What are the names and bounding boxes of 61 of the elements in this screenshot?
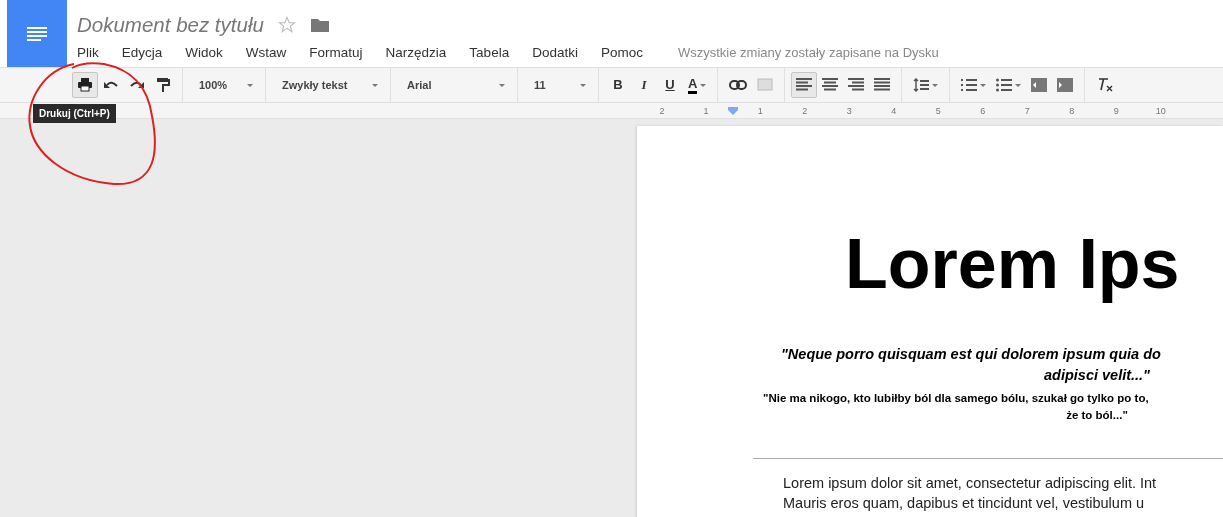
italic-button[interactable]: I	[631, 72, 657, 98]
underline-button[interactable]: U	[657, 72, 683, 98]
star-icon[interactable]	[277, 16, 296, 34]
ruler-number: 2	[658, 105, 666, 116]
ruler-number: 7	[1023, 105, 1031, 116]
ruler-number: 1	[756, 105, 764, 116]
undo-icon	[103, 79, 119, 91]
font-size-dropdown[interactable]: 11	[524, 72, 592, 98]
ruler-number: 9	[1112, 105, 1120, 116]
docs-logo-icon[interactable]	[7, 0, 67, 67]
body-text: Lorem ipsum dolor sit amet, consectetur adipiscing elit. Int	[783, 474, 1158, 493]
decrease-indent-icon	[1031, 78, 1048, 92]
text-color-button[interactable]: A	[683, 72, 712, 98]
ruler-number: 8	[1068, 105, 1076, 116]
align-icon	[848, 78, 865, 92]
align-icon	[796, 78, 813, 92]
menu-item[interactable]: Wstaw	[245, 45, 295, 60]
save-status: Wszystkie zmiany zostały zapisane na Dysku	[677, 45, 939, 60]
menu-item[interactable]: Plik	[77, 45, 107, 60]
translation-text: "Nie ma nikogo, kto lubiłby ból dla samego bólu, szukał go tylko po to,	[763, 391, 1150, 406]
indent-marker-icon[interactable]	[728, 106, 738, 115]
menu-item[interactable]: Edycja	[121, 45, 171, 60]
ruler-number: 2	[801, 105, 809, 116]
document-title[interactable]: Dokument bez tytułu	[77, 13, 264, 37]
align-icon	[874, 78, 891, 92]
menu-item[interactable]: Pomoc	[600, 45, 651, 60]
bold-button[interactable]: B	[605, 72, 631, 98]
menu-item[interactable]: Dodatki	[532, 45, 586, 60]
printer-icon	[77, 78, 93, 92]
style-dropdown[interactable]: Zwykły tekst	[272, 72, 384, 98]
print-tooltip: Drukuj (Ctrl+P)	[33, 104, 116, 123]
line-spacing-icon	[913, 78, 930, 92]
font-dropdown[interactable]: Arial	[397, 72, 511, 98]
link-icon	[729, 80, 748, 90]
quote-text: "Neque porro quisquam est qui dolorem ipsum quia do	[781, 345, 1162, 364]
ruler-number: 10	[1154, 105, 1167, 116]
print-button[interactable]	[72, 72, 98, 98]
ruler-number: 1	[702, 105, 710, 116]
comment-icon	[757, 77, 774, 93]
menu-item[interactable]: Tabela	[469, 45, 518, 60]
numbered-list-icon	[961, 78, 978, 92]
clear-formatting-icon	[1096, 77, 1115, 93]
paint-roller-icon	[156, 77, 170, 93]
ruler-number: 4	[890, 105, 898, 116]
menu-item[interactable]: Formatuj	[309, 45, 371, 60]
quote-text: adipisci velit..."	[1043, 366, 1151, 385]
menu-item[interactable]: Widok	[185, 45, 231, 60]
ruler-number: 5	[934, 105, 942, 116]
redo-icon	[129, 79, 145, 91]
body-text: Mauris eros quam, dapibus et tincidunt vel, vestibulum u	[783, 494, 1146, 513]
translation-text: że to ból..."	[1065, 408, 1129, 423]
document-heading: Lorem Ips	[845, 226, 1181, 302]
align-left-button[interactable]	[791, 72, 818, 98]
align-icon	[822, 78, 839, 92]
menu-item[interactable]: Narzędzia	[385, 45, 455, 60]
bulleted-list-icon	[996, 78, 1013, 92]
folder-icon[interactable]	[309, 17, 330, 33]
increase-indent-icon	[1057, 78, 1074, 92]
zoom-dropdown[interactable]: 100%	[189, 72, 259, 98]
ruler-number: 6	[979, 105, 987, 116]
ruler-number: 3	[845, 105, 853, 116]
